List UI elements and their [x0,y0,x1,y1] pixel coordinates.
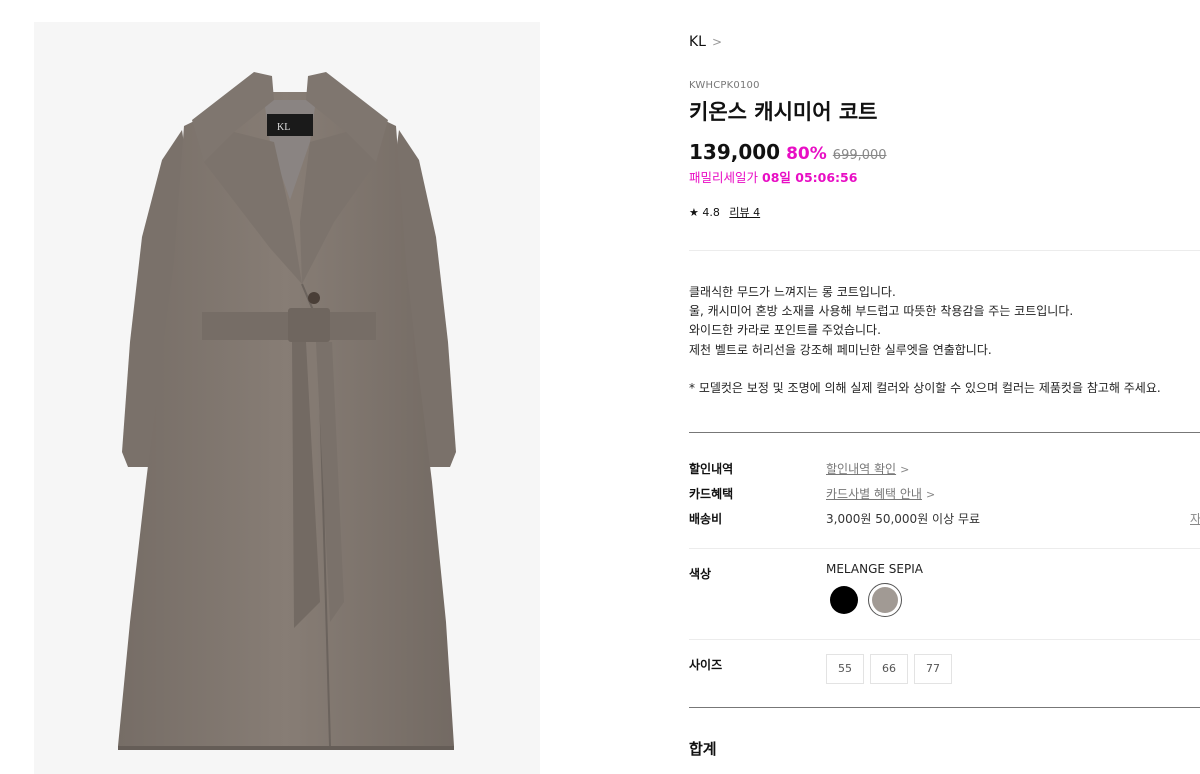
rating-row: ★ 4.8 리뷰 4 [689,204,760,220]
price-row: 139,000 80% 699,000 [689,140,887,164]
divider [689,639,1200,640]
discount-rate: 80% [786,144,827,164]
description-line: 울, 캐시미어 혼방 소재를 사용해 부드럽고 따뜻한 착용감을 주는 코트입니… [689,304,1074,319]
total-label: 합계 [689,740,717,758]
size-label: 사이즈 [689,658,723,672]
size-option-77[interactable]: 77 [914,654,952,684]
star-icon: ★ [689,206,699,219]
sale-label: 패밀리세일가 [689,170,759,185]
discount-label: 할인내역 [689,462,734,476]
sale-price: 139,000 [689,140,781,164]
chevron-right-icon: > [900,463,910,476]
shipping-label: 배송비 [689,512,723,526]
description-line: 클래식한 무드가 느껴지는 롱 코트입니다. [689,285,896,299]
size-option-66[interactable]: 66 [870,654,908,684]
coat-label-text: KL [277,122,290,133]
size-option-55[interactable]: 55 [826,654,864,684]
card-benefit-link[interactable]: 카드사별 혜택 안내 [826,487,922,501]
description-note: * 모델컷은 보정 및 조명에 의해 실제 컬러와 상이할 수 있으며 컬러는 … [689,380,1161,395]
card-label: 카드혜택 [689,487,734,501]
description-line: 제천 벨트로 허리선을 강조해 페미닌한 실루엣을 연출합니다. [689,342,992,357]
description-line: 와이드한 카라로 포인트를 주었습니다. [689,323,881,338]
rating-value: 4.8 [702,206,720,219]
brand-name: KL [689,34,706,50]
shipping-extra-link[interactable]: 자 [1190,510,1200,527]
product-title: 키온스 캐시미어 코트 [689,100,878,124]
divider [689,548,1200,549]
shipping-value: 3,000원 50,000원 이상 무료 [826,512,981,526]
product-code: KWHCPK0100 [689,80,760,91]
chevron-right-icon: > [711,35,723,49]
color-swatch-melange-sepia[interactable] [868,583,902,617]
brand-link[interactable]: KL > [689,34,722,50]
sale-timer: 08일 05:06:56 [762,170,858,185]
review-link[interactable]: 리뷰 4 [729,206,760,219]
swatch-fill [830,586,858,614]
divider [689,250,1200,251]
product-image: KL [34,22,540,774]
family-sale-row: 패밀리세일가 08일 05:06:56 [689,167,857,186]
card-row: 카드사별 혜택 안내 > [826,485,935,502]
color-label: 색상 [689,567,712,581]
divider [689,707,1200,708]
coat-illustration: KL [118,72,456,750]
original-price: 699,000 [832,148,887,163]
color-swatch-black[interactable] [827,583,861,617]
discount-link[interactable]: 할인내역 확인 [826,462,896,476]
chevron-right-icon: > [925,488,936,501]
divider [689,432,1200,433]
discount-row: 할인내역 확인 > [826,460,909,477]
swatch-fill [872,587,898,613]
selected-color-name: MELANGE SEPIA [826,562,923,576]
product-description: 클래식한 무드가 느껴지는 롱 코트입니다. 울, 캐시미어 혼방 소재를 사용… [689,283,1194,398]
